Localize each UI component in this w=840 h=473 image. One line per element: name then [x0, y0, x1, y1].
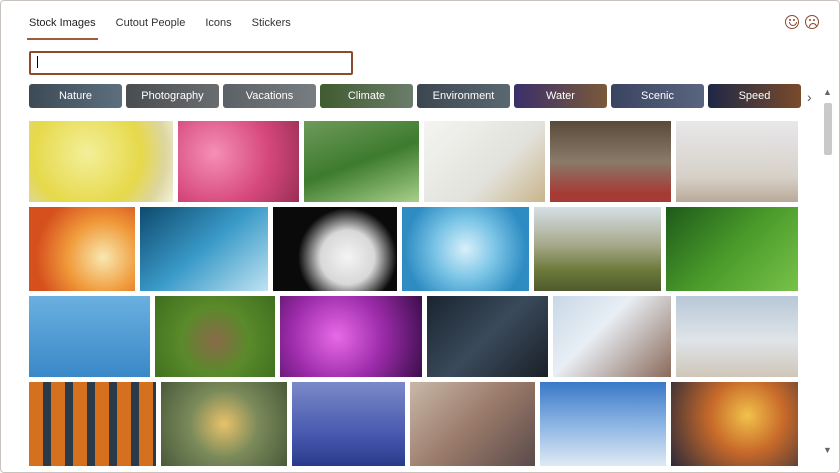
category-label: Water	[546, 90, 575, 102]
image-tile[interactable]	[273, 207, 397, 291]
chevron-right-icon[interactable]: ›	[807, 89, 812, 105]
image-tile[interactable]	[540, 382, 666, 466]
image-tile[interactable]	[155, 296, 275, 377]
category-label: Speed	[738, 90, 771, 102]
scroll-down-icon[interactable]: ▼	[823, 445, 832, 455]
image-tile[interactable]	[161, 382, 287, 466]
search-input[interactable]	[31, 53, 353, 71]
image-tile[interactable]	[280, 296, 422, 377]
image-tile[interactable]	[178, 121, 299, 202]
smile-icon[interactable]	[785, 15, 799, 29]
image-tile[interactable]	[29, 296, 150, 377]
category-speed[interactable]: Speed	[708, 84, 801, 108]
image-tile[interactable]	[671, 382, 798, 466]
image-tile[interactable]	[534, 207, 661, 291]
category-photography[interactable]: Photography	[126, 84, 219, 108]
category-label: Environment	[432, 90, 495, 102]
category-scenic[interactable]: Scenic	[611, 84, 704, 108]
image-tile[interactable]	[410, 382, 535, 466]
tab-bar: Stock Images Cutout People Icons Sticker…	[27, 11, 311, 40]
image-tile[interactable]	[140, 207, 268, 291]
scrollbar-thumb[interactable]	[824, 103, 832, 155]
category-nature[interactable]: Nature	[29, 84, 122, 108]
category-label: Climate	[347, 90, 386, 102]
tab-stock-images[interactable]: Stock Images	[27, 11, 98, 40]
category-vacations[interactable]: Vacations	[223, 84, 316, 108]
image-tile[interactable]	[292, 382, 405, 466]
tab-icons[interactable]: Icons	[205, 11, 231, 37]
image-tile[interactable]	[553, 296, 671, 377]
image-tile[interactable]	[550, 121, 671, 202]
tab-stickers[interactable]: Stickers	[252, 11, 291, 37]
image-tile[interactable]	[424, 121, 545, 202]
scroll-up-icon[interactable]: ▲	[823, 87, 832, 97]
image-picker-dialog: Stock Images Cutout People Icons Sticker…	[0, 0, 840, 473]
image-tile[interactable]	[402, 207, 529, 291]
image-tile[interactable]	[666, 207, 798, 291]
category-label: Photography	[141, 90, 204, 102]
category-label: Nature	[58, 90, 93, 102]
feedback-buttons	[785, 15, 819, 29]
image-tile[interactable]	[304, 121, 419, 202]
category-climate[interactable]: Climate	[320, 84, 413, 108]
image-tile[interactable]	[676, 121, 798, 202]
image-tile[interactable]	[427, 296, 548, 377]
image-tile[interactable]	[29, 382, 156, 466]
category-water[interactable]: Water	[514, 84, 607, 108]
frown-icon[interactable]	[805, 15, 819, 29]
tab-cutout-people[interactable]: Cutout People	[116, 11, 186, 37]
category-strip: Nature Photography Vacations Climate Env…	[29, 84, 801, 108]
image-tile[interactable]	[676, 296, 798, 377]
image-tile[interactable]	[29, 121, 173, 202]
search-box[interactable]	[29, 51, 353, 75]
image-tile[interactable]	[29, 207, 135, 291]
category-environment[interactable]: Environment	[417, 84, 510, 108]
text-caret	[37, 56, 38, 68]
category-label: Vacations	[245, 90, 294, 102]
category-label: Scenic	[640, 90, 675, 102]
